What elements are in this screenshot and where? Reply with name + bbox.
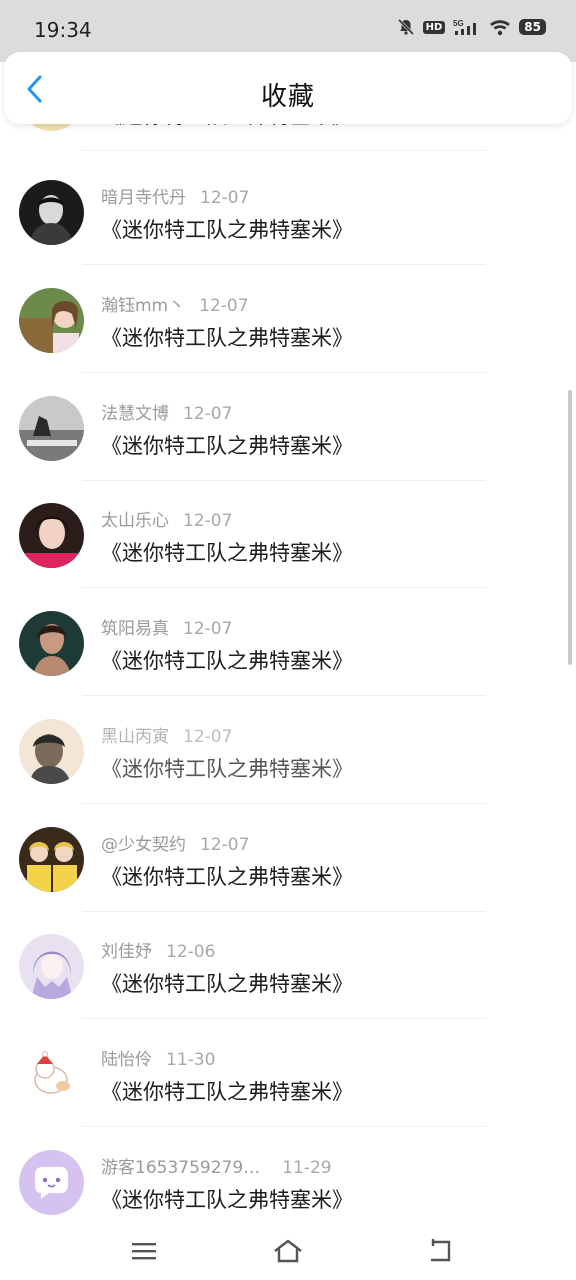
list-item[interactable]: 游客1653759279… 11-29 《迷你特工队之弗特塞米》 <box>0 1128 576 1222</box>
item-date: 12-07 <box>183 404 233 424</box>
item-title: 《迷你特工队之弗特塞米》 <box>101 865 353 889</box>
home-button[interactable] <box>268 1234 308 1268</box>
item-meta: 法慧文博 12-07 <box>101 399 232 424</box>
list-item[interactable]: @少女契约 12-07 《迷你特工队之弗特塞米》 <box>0 805 576 912</box>
user-name[interactable]: @少女契约 <box>101 835 186 855</box>
item-title: 《迷你特工队之弗特塞米》 <box>101 541 353 565</box>
page-title: 收藏 <box>260 82 315 112</box>
list-item[interactable]: 瀚钰mm丶 12-07 《迷你特工队之弗特塞米》 <box>0 266 576 373</box>
hd-icon: HD <box>422 20 446 34</box>
divider <box>82 150 486 151</box>
avatar <box>19 934 84 999</box>
item-date: 12-07 <box>199 296 249 316</box>
item-date: 11-29 <box>282 1158 332 1178</box>
status-icons: HD 5G 85 <box>397 18 546 36</box>
list-item[interactable]: 陆怡伶 11-30 《迷你特工队之弗特塞米》 <box>0 1020 576 1127</box>
list-item[interactable]: 刘佳妤 12-06 《迷你特工队之弗特塞米》 <box>0 912 576 1019</box>
list-item[interactable]: 黑山丙寅 12-07 《迷你特工队之弗特塞米》 <box>0 697 576 804</box>
menu-icon <box>132 1243 156 1260</box>
divider <box>82 1018 486 1019</box>
item-date: 12-07 <box>200 835 250 855</box>
avatar <box>19 180 84 245</box>
item-date: 12-06 <box>166 942 216 962</box>
mute-bell-icon <box>397 18 415 36</box>
app-header: 收藏 <box>4 52 572 124</box>
item-title: 《迷你特工队之弗特塞米》 <box>101 1080 353 1104</box>
item-meta: 黑山丙寅 12-07 <box>101 722 232 747</box>
list-item[interactable]: 法慧文博 12-07 《迷你特工队之弗特塞米》 <box>0 374 576 481</box>
avatar <box>19 288 84 353</box>
system-nav-bar <box>0 1222 576 1280</box>
item-date: 12-07 <box>200 188 250 208</box>
item-title: 《迷你特工队之弗特塞米》 <box>101 757 353 781</box>
item-date: 12-07 <box>183 511 233 531</box>
scrollbar[interactable] <box>568 390 572 665</box>
item-meta: 暗月寺代丹 12-07 <box>101 183 249 208</box>
user-name[interactable]: 刘佳妤 <box>101 942 152 962</box>
user-name[interactable]: 太山乐心 <box>101 511 169 531</box>
item-date: 11-30 <box>166 1050 216 1070</box>
menu-button[interactable] <box>124 1234 164 1268</box>
item-title: 《迷你特工队之弗特塞米》 <box>101 326 353 350</box>
avatar <box>19 396 84 461</box>
item-title: 《迷你特工队之弗特塞米》 <box>101 649 353 673</box>
divider <box>82 1126 486 1127</box>
item-meta: @少女契约 12-07 <box>101 830 249 855</box>
item-date: 12-07 <box>183 727 233 747</box>
user-name[interactable]: 筑阳易真 <box>101 619 169 639</box>
item-meta: 刘佳妤 12-06 <box>101 937 215 962</box>
item-date: 12-07 <box>183 619 233 639</box>
item-title: 《迷你特工队之弗特塞米》 <box>101 218 353 242</box>
divider <box>82 695 486 696</box>
divider <box>82 372 486 373</box>
divider <box>82 264 486 265</box>
item-meta: 瀚钰mm丶 12-07 <box>101 291 249 316</box>
user-name[interactable]: 暗月寺代丹 <box>101 188 186 208</box>
item-title: 《迷你特工队之弗特塞米》 <box>101 1188 353 1212</box>
divider <box>82 803 486 804</box>
home-icon <box>274 1239 302 1263</box>
favorites-list[interactable]: 《迷你特工队之弗特塞米》 暗月寺代丹 12-07 《迷你特工队之弗特塞米》 瀚钰m… <box>0 52 576 1222</box>
avatar <box>19 1042 84 1107</box>
user-name[interactable]: 陆怡伶 <box>101 1050 152 1070</box>
list-item[interactable]: 暗月寺代丹 12-07 《迷你特工队之弗特塞米》 <box>0 158 576 265</box>
item-meta: 筑阳易真 12-07 <box>101 614 232 639</box>
avatar <box>19 503 84 568</box>
avatar <box>19 719 84 784</box>
avatar <box>19 611 84 676</box>
avatar <box>19 827 84 892</box>
divider <box>82 587 486 588</box>
list-item[interactable]: 太山乐心 12-07 《迷你特工队之弗特塞米》 <box>0 481 576 588</box>
user-name[interactable]: 游客1653759279… <box>101 1158 260 1178</box>
battery-icon: 85 <box>519 19 546 35</box>
item-meta: 游客1653759279… 11-29 <box>101 1153 332 1178</box>
item-title: 《迷你特工队之弗特塞米》 <box>101 434 353 458</box>
item-title: 《迷你特工队之弗特塞米》 <box>101 972 353 996</box>
back-nav-button[interactable] <box>420 1234 460 1268</box>
user-name[interactable]: 瀚钰mm丶 <box>101 296 185 316</box>
status-time: 19:34 <box>34 18 92 42</box>
svg-text:5G: 5G <box>453 19 464 28</box>
user-name[interactable]: 黑山丙寅 <box>101 727 169 747</box>
user-name[interactable]: 法慧文博 <box>101 404 169 424</box>
avatar <box>19 1150 84 1215</box>
item-meta: 陆怡伶 11-30 <box>101 1045 215 1070</box>
5g-signal-icon: 5G <box>453 18 481 36</box>
wifi-icon <box>489 18 511 36</box>
item-meta: 太山乐心 12-07 <box>101 506 232 531</box>
return-icon <box>431 1239 451 1262</box>
list-item[interactable]: 筑阳易真 12-07 《迷你特工队之弗特塞米》 <box>0 589 576 696</box>
